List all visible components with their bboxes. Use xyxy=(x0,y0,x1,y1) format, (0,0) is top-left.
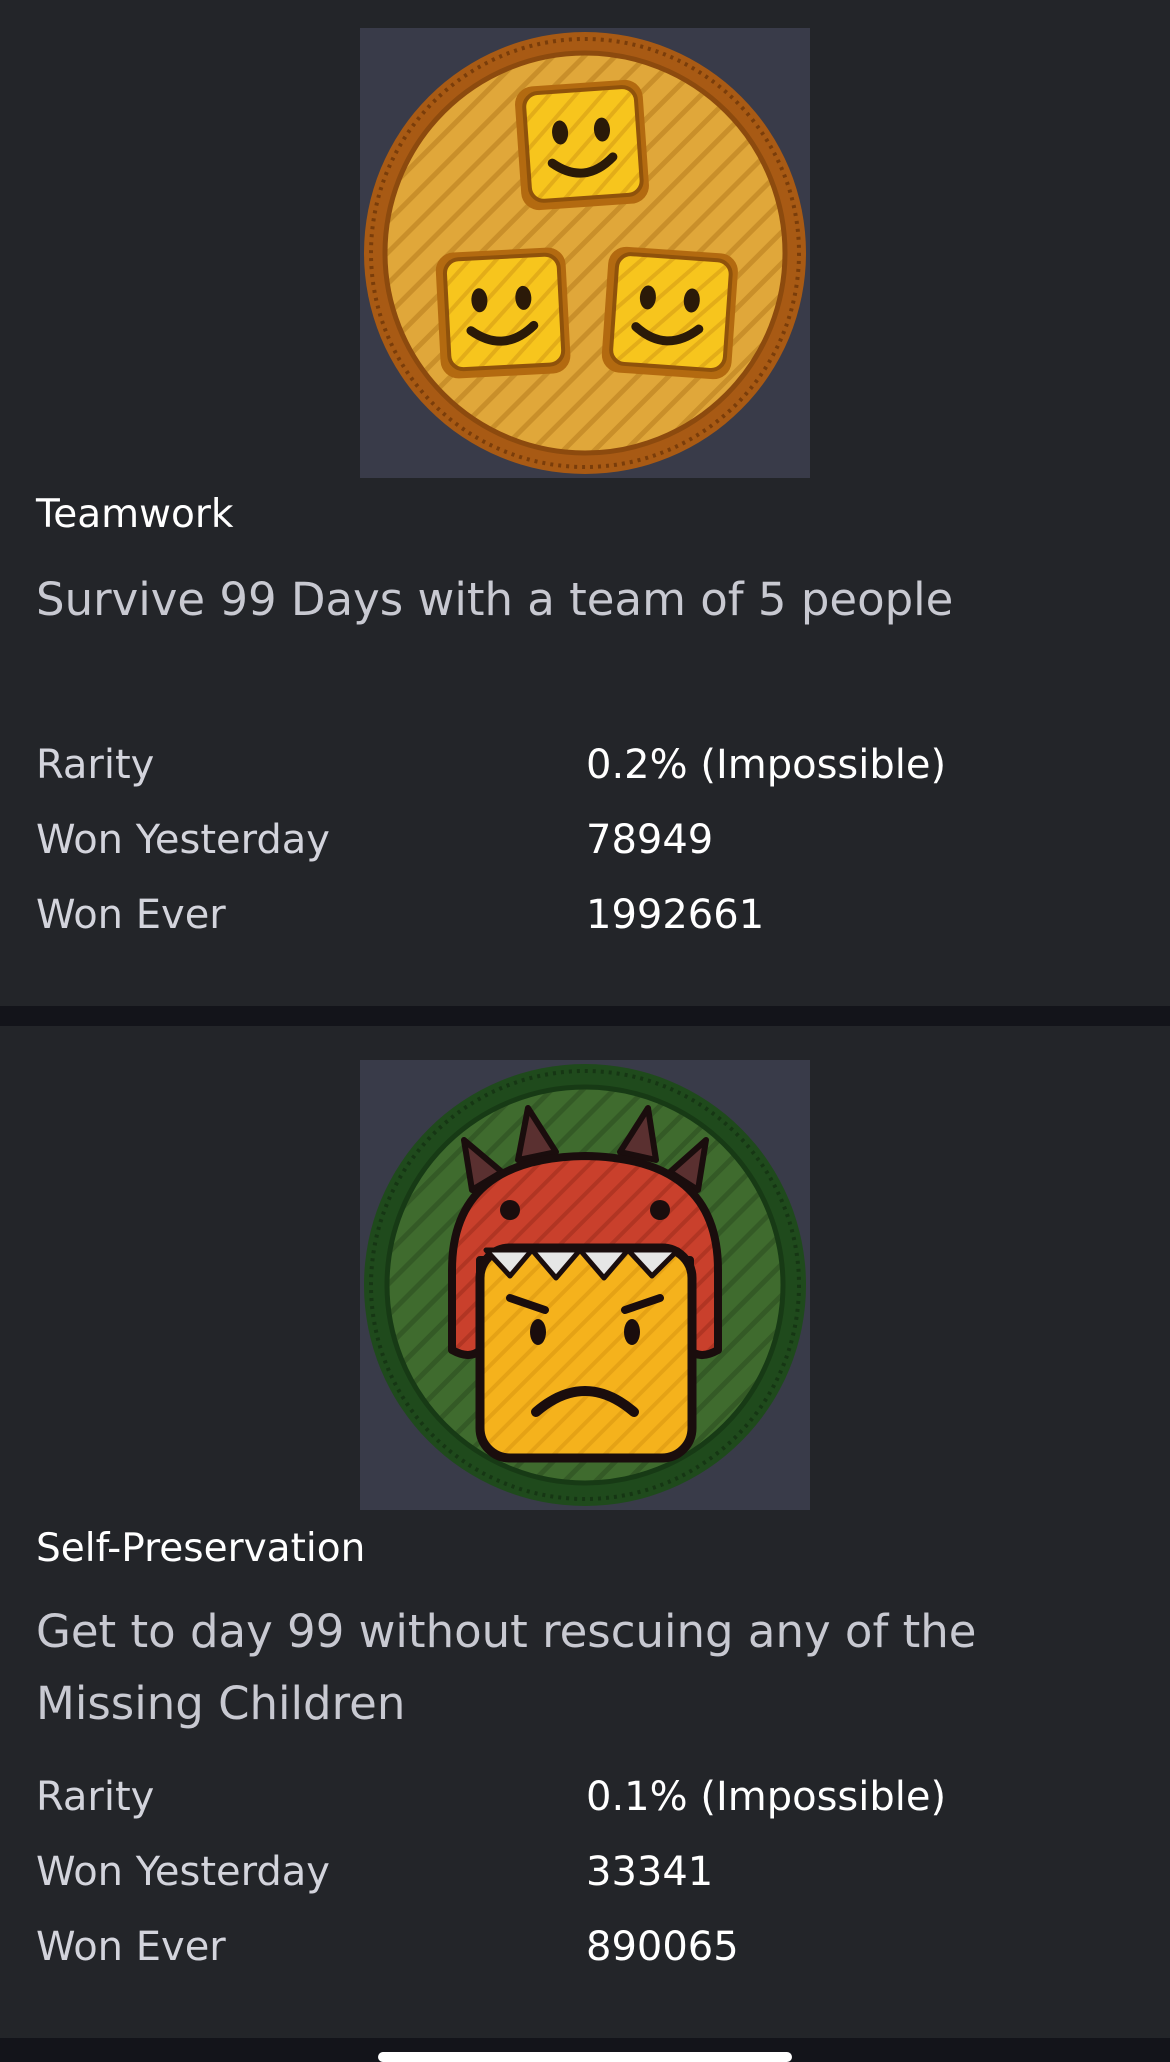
badge-card: Self-Preservation Get to day 99 without … xyxy=(0,1026,1170,2038)
badge-image[interactable] xyxy=(360,28,810,478)
badge-card: Teamwork Survive 99 Days with a team of … xyxy=(0,0,1170,1006)
stat-row-won-yesterday: Won Yesterday 78949 xyxy=(36,817,1136,892)
stat-value: 890065 xyxy=(586,1924,739,1970)
stat-row-rarity: Rarity 0.1% (Impossible) xyxy=(36,1774,1136,1849)
self-preservation-badge-icon xyxy=(364,1064,806,1506)
stat-value: 78949 xyxy=(586,817,714,863)
home-indicator[interactable] xyxy=(378,2052,792,2062)
stat-row-won-yesterday: Won Yesterday 33341 xyxy=(36,1849,1136,1924)
badge-image[interactable] xyxy=(360,1060,810,1510)
badge-stats: Rarity 0.1% (Impossible) Won Yesterday 3… xyxy=(36,1774,1136,1999)
stat-value: 0.2% (Impossible) xyxy=(586,742,947,788)
stat-label: Rarity xyxy=(36,742,155,788)
badge-title: Self-Preservation xyxy=(36,1526,366,1571)
badge-description: Get to day 99 without rescuing any of th… xyxy=(36,1605,977,1730)
stat-label: Won Ever xyxy=(36,1924,226,1970)
stat-label: Rarity xyxy=(36,1774,155,1820)
badge-title: Teamwork xyxy=(36,492,234,537)
stat-label: Won Ever xyxy=(36,892,226,938)
teamwork-badge-icon xyxy=(364,32,806,474)
badge-stats: Rarity 0.2% (Impossible) Won Yesterday 7… xyxy=(36,742,1136,967)
stat-value: 1992661 xyxy=(586,892,765,938)
badge-description: Survive 99 Days with a team of 5 people xyxy=(36,573,954,626)
stat-value: 33341 xyxy=(586,1849,714,1895)
stat-value: 0.1% (Impossible) xyxy=(586,1774,947,1820)
stat-row-rarity: Rarity 0.2% (Impossible) xyxy=(36,742,1136,817)
stat-label: Won Yesterday xyxy=(36,817,330,863)
stat-label: Won Yesterday xyxy=(36,1849,330,1895)
stat-row-won-ever: Won Ever 1992661 xyxy=(36,892,1136,967)
stat-row-won-ever: Won Ever 890065 xyxy=(36,1924,1136,1999)
